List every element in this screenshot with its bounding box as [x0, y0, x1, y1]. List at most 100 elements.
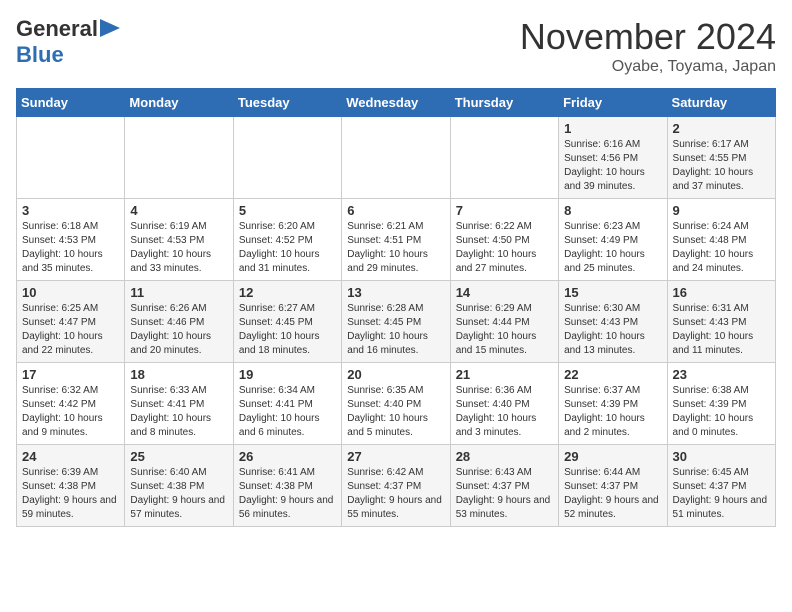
day-info: Sunrise: 6:29 AM Sunset: 4:44 PM Dayligh…: [456, 302, 553, 358]
day-number: 8: [564, 203, 661, 218]
day-info: Sunrise: 6:31 AM Sunset: 4:43 PM Dayligh…: [673, 302, 770, 358]
day-cell: 14 Sunrise: 6:29 AM Sunset: 4:44 PM Dayli…: [450, 281, 558, 363]
day-cell: 21 Sunrise: 6:36 AM Sunset: 4:40 PM Dayli…: [450, 363, 558, 445]
day-info: Sunrise: 6:43 AM Sunset: 4:37 PM Dayligh…: [456, 466, 553, 522]
header-row: SundayMondayTuesdayWednesdayThursdayFrid…: [17, 89, 776, 117]
day-number: 2: [673, 121, 770, 136]
day-info: Sunrise: 6:35 AM Sunset: 4:40 PM Dayligh…: [347, 384, 444, 440]
day-cell: 16 Sunrise: 6:31 AM Sunset: 4:43 PM Dayli…: [667, 281, 775, 363]
day-info: Sunrise: 6:30 AM Sunset: 4:43 PM Dayligh…: [564, 302, 661, 358]
day-cell: 3 Sunrise: 6:18 AM Sunset: 4:53 PM Daylig…: [17, 199, 125, 281]
day-cell: 13 Sunrise: 6:28 AM Sunset: 4:45 PM Dayli…: [342, 281, 450, 363]
page-header: General Blue November 2024 Oyabe, Toyama…: [16, 16, 776, 76]
header-wednesday: Wednesday: [342, 89, 450, 117]
day-info: Sunrise: 6:38 AM Sunset: 4:39 PM Dayligh…: [673, 384, 770, 440]
day-cell: [17, 117, 125, 199]
day-cell: 2Sunrise: 6:17 AM Sunset: 4:55 PM Daylig…: [667, 117, 775, 199]
day-number: 12: [239, 285, 336, 300]
day-info: Sunrise: 6:23 AM Sunset: 4:49 PM Dayligh…: [564, 220, 661, 276]
title-block: November 2024 Oyabe, Toyama, Japan: [520, 16, 776, 76]
day-cell: 8 Sunrise: 6:23 AM Sunset: 4:49 PM Daylig…: [559, 199, 667, 281]
week-row-1: 1Sunrise: 6:16 AM Sunset: 4:56 PM Daylig…: [17, 117, 776, 199]
day-number: 13: [347, 285, 444, 300]
week-row-5: 24 Sunrise: 6:39 AM Sunset: 4:38 PM Dayli…: [17, 445, 776, 527]
day-info: Sunrise: 6:28 AM Sunset: 4:45 PM Dayligh…: [347, 302, 444, 358]
day-cell: 19Sunrise: 6:34 AM Sunset: 4:41 PM Dayli…: [233, 363, 341, 445]
day-info: Sunrise: 6:34 AM Sunset: 4:41 PM Dayligh…: [239, 384, 336, 440]
day-cell: 5 Sunrise: 6:20 AM Sunset: 4:52 PM Daylig…: [233, 199, 341, 281]
day-cell: 18Sunrise: 6:33 AM Sunset: 4:41 PM Dayli…: [125, 363, 233, 445]
day-number: 3: [22, 203, 119, 218]
day-cell: 6 Sunrise: 6:21 AM Sunset: 4:51 PM Daylig…: [342, 199, 450, 281]
day-info: Sunrise: 6:22 AM Sunset: 4:50 PM Dayligh…: [456, 220, 553, 276]
day-info: Sunrise: 6:36 AM Sunset: 4:40 PM Dayligh…: [456, 384, 553, 440]
day-cell: 1Sunrise: 6:16 AM Sunset: 4:56 PM Daylig…: [559, 117, 667, 199]
day-number: 21: [456, 367, 553, 382]
day-cell: 25 Sunrise: 6:40 AM Sunset: 4:38 PM Dayli…: [125, 445, 233, 527]
header-saturday: Saturday: [667, 89, 775, 117]
day-info: Sunrise: 6:42 AM Sunset: 4:37 PM Dayligh…: [347, 466, 444, 522]
calendar-body: 1Sunrise: 6:16 AM Sunset: 4:56 PM Daylig…: [17, 117, 776, 527]
week-row-3: 10 Sunrise: 6:25 AM Sunset: 4:47 PM Dayli…: [17, 281, 776, 363]
day-info: Sunrise: 6:25 AM Sunset: 4:47 PM Dayligh…: [22, 302, 119, 358]
day-info: Sunrise: 6:27 AM Sunset: 4:45 PM Dayligh…: [239, 302, 336, 358]
calendar-header: SundayMondayTuesdayWednesdayThursdayFrid…: [17, 89, 776, 117]
day-number: 5: [239, 203, 336, 218]
logo-blue: Blue: [16, 42, 64, 67]
header-sunday: Sunday: [17, 89, 125, 117]
day-cell: 11Sunrise: 6:26 AM Sunset: 4:46 PM Dayli…: [125, 281, 233, 363]
day-info: Sunrise: 6:32 AM Sunset: 4:42 PM Dayligh…: [22, 384, 119, 440]
location: Oyabe, Toyama, Japan: [520, 58, 776, 76]
day-cell: 23 Sunrise: 6:38 AM Sunset: 4:39 PM Dayli…: [667, 363, 775, 445]
day-number: 10: [22, 285, 119, 300]
calendar-table: SundayMondayTuesdayWednesdayThursdayFrid…: [16, 88, 776, 527]
header-friday: Friday: [559, 89, 667, 117]
day-number: 20: [347, 367, 444, 382]
day-cell: 29Sunrise: 6:44 AM Sunset: 4:37 PM Dayli…: [559, 445, 667, 527]
day-info: Sunrise: 6:40 AM Sunset: 4:38 PM Dayligh…: [130, 466, 227, 522]
day-info: Sunrise: 6:21 AM Sunset: 4:51 PM Dayligh…: [347, 220, 444, 276]
day-info: Sunrise: 6:19 AM Sunset: 4:53 PM Dayligh…: [130, 220, 227, 276]
day-number: 23: [673, 367, 770, 382]
day-cell: 30Sunrise: 6:45 AM Sunset: 4:37 PM Dayli…: [667, 445, 775, 527]
day-info: Sunrise: 6:24 AM Sunset: 4:48 PM Dayligh…: [673, 220, 770, 276]
day-cell: [233, 117, 341, 199]
day-number: 14: [456, 285, 553, 300]
day-number: 18: [130, 367, 227, 382]
day-cell: 4 Sunrise: 6:19 AM Sunset: 4:53 PM Daylig…: [125, 199, 233, 281]
week-row-2: 3 Sunrise: 6:18 AM Sunset: 4:53 PM Daylig…: [17, 199, 776, 281]
day-cell: 28 Sunrise: 6:43 AM Sunset: 4:37 PM Dayli…: [450, 445, 558, 527]
day-number: 1: [564, 121, 661, 136]
day-number: 24: [22, 449, 119, 464]
logo-general: General: [16, 16, 98, 42]
day-info: Sunrise: 6:18 AM Sunset: 4:53 PM Dayligh…: [22, 220, 119, 276]
day-cell: 15 Sunrise: 6:30 AM Sunset: 4:43 PM Dayli…: [559, 281, 667, 363]
day-cell: 22Sunrise: 6:37 AM Sunset: 4:39 PM Dayli…: [559, 363, 667, 445]
logo-arrow-icon: [100, 19, 120, 42]
day-number: 26: [239, 449, 336, 464]
day-info: Sunrise: 6:45 AM Sunset: 4:37 PM Dayligh…: [673, 466, 770, 522]
day-cell: 17Sunrise: 6:32 AM Sunset: 4:42 PM Dayli…: [17, 363, 125, 445]
day-number: 16: [673, 285, 770, 300]
day-number: 15: [564, 285, 661, 300]
day-cell: [125, 117, 233, 199]
day-cell: [342, 117, 450, 199]
day-info: Sunrise: 6:39 AM Sunset: 4:38 PM Dayligh…: [22, 466, 119, 522]
day-info: Sunrise: 6:41 AM Sunset: 4:38 PM Dayligh…: [239, 466, 336, 522]
day-number: 4: [130, 203, 227, 218]
day-info: Sunrise: 6:44 AM Sunset: 4:37 PM Dayligh…: [564, 466, 661, 522]
logo: General Blue: [16, 16, 120, 68]
day-cell: 12 Sunrise: 6:27 AM Sunset: 4:45 PM Dayli…: [233, 281, 341, 363]
day-cell: 26 Sunrise: 6:41 AM Sunset: 4:38 PM Dayli…: [233, 445, 341, 527]
header-thursday: Thursday: [450, 89, 558, 117]
day-info: Sunrise: 6:20 AM Sunset: 4:52 PM Dayligh…: [239, 220, 336, 276]
day-cell: 7 Sunrise: 6:22 AM Sunset: 4:50 PM Daylig…: [450, 199, 558, 281]
month-title: November 2024: [520, 16, 776, 58]
day-cell: 20 Sunrise: 6:35 AM Sunset: 4:40 PM Dayli…: [342, 363, 450, 445]
day-number: 28: [456, 449, 553, 464]
day-number: 25: [130, 449, 227, 464]
day-info: Sunrise: 6:37 AM Sunset: 4:39 PM Dayligh…: [564, 384, 661, 440]
day-number: 6: [347, 203, 444, 218]
day-number: 7: [456, 203, 553, 218]
day-cell: 10 Sunrise: 6:25 AM Sunset: 4:47 PM Dayli…: [17, 281, 125, 363]
